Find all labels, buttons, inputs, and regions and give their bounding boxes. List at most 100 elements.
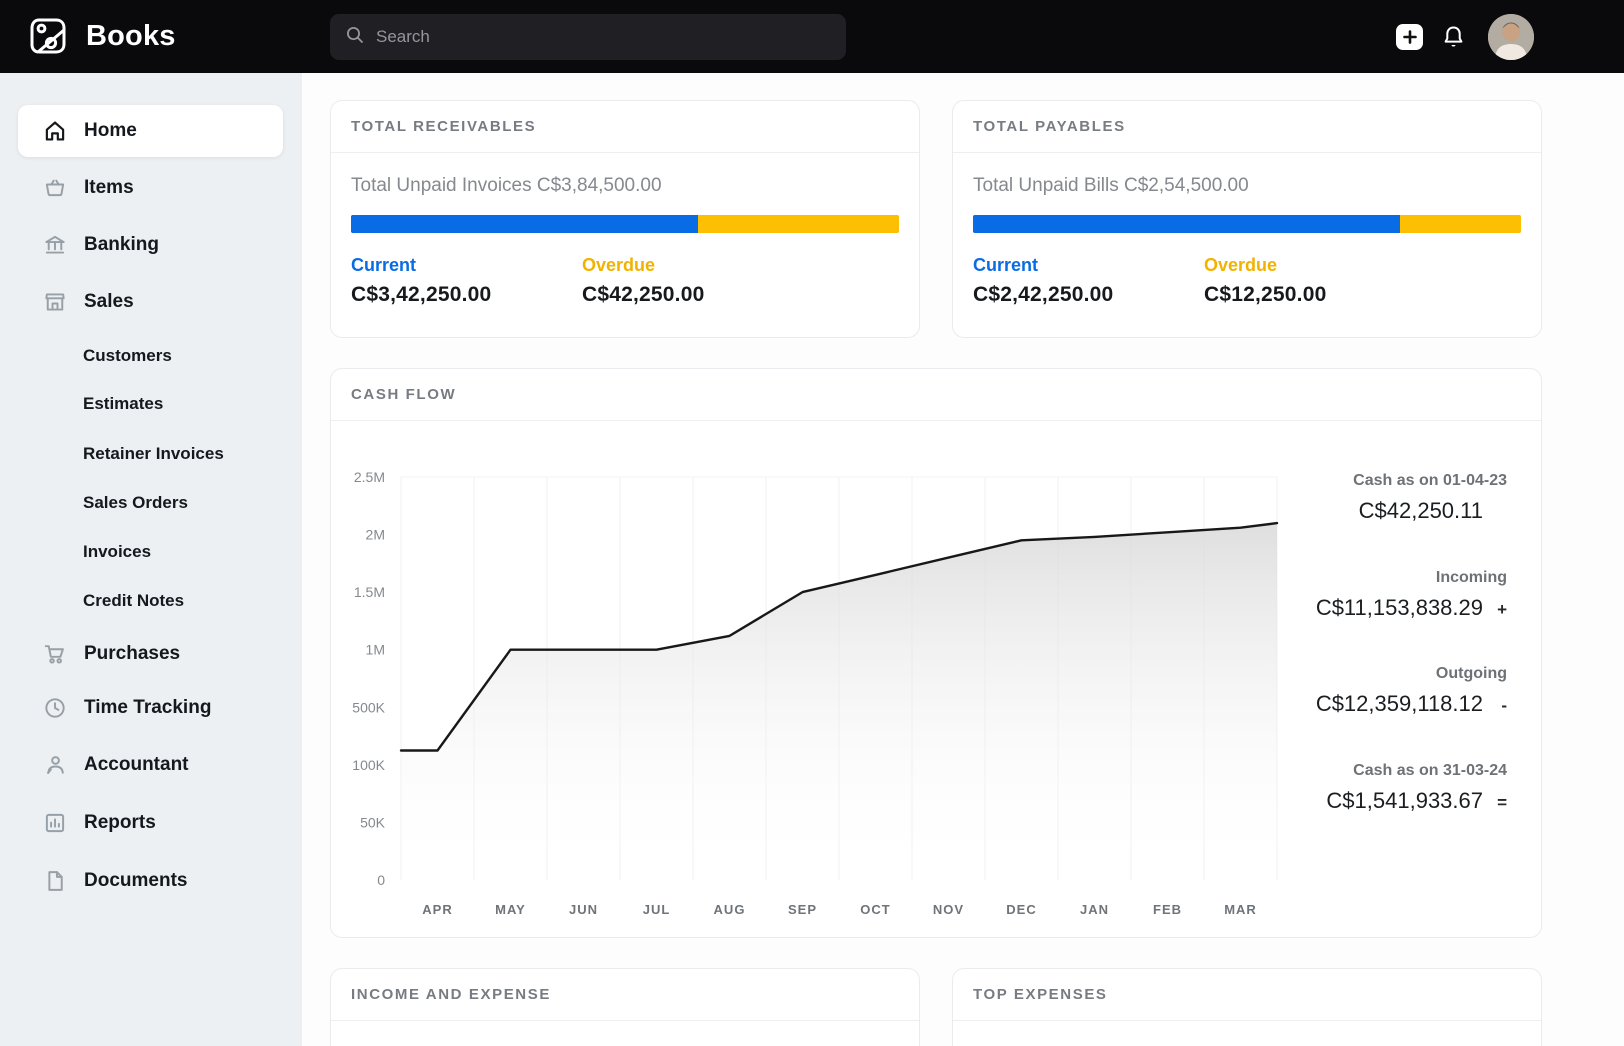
- svg-text:JUL: JUL: [643, 902, 671, 917]
- sidebar-item-sales[interactable]: Sales: [18, 276, 283, 328]
- clock-icon: [42, 695, 68, 721]
- sidebar-item-customers[interactable]: Customers: [83, 336, 172, 376]
- sidebar-item-home[interactable]: Home: [18, 105, 283, 157]
- zoho-books-dashboard: Books Search Home Items Banking Sales Cu…: [0, 0, 1624, 1046]
- sidebar-item-estimates[interactable]: Estimates: [83, 384, 163, 424]
- search-input[interactable]: [376, 27, 831, 47]
- overdue-label: Overdue: [1204, 255, 1278, 275]
- bar-chart-icon: [42, 810, 68, 836]
- sidebar-item-label: Documents: [84, 870, 188, 891]
- svg-text:MAR: MAR: [1224, 902, 1257, 917]
- card-header: TOTAL PAYABLES: [953, 101, 1541, 153]
- card-header: INCOME AND EXPENSE: [331, 969, 919, 1021]
- sidebar-item-credit-notes[interactable]: Credit Notes: [83, 581, 184, 621]
- user-avatar[interactable]: [1488, 14, 1534, 60]
- svg-text:SEP: SEP: [788, 902, 817, 917]
- quick-create-button[interactable]: [1396, 24, 1423, 50]
- bank-icon: [42, 232, 68, 258]
- dashboard-main: TOTAL RECEIVABLES Total Unpaid Invoices …: [302, 73, 1624, 1046]
- topbar: Books: [0, 0, 1624, 73]
- stat-value: C$42,250.11: [1358, 498, 1483, 523]
- sidebar-item-time-tracking[interactable]: Time Tracking: [18, 682, 283, 734]
- svg-text:0: 0: [377, 872, 385, 888]
- svg-text:MAY: MAY: [495, 902, 526, 917]
- payables-bar-current: [973, 215, 1401, 233]
- svg-text:NOV: NOV: [933, 902, 964, 917]
- svg-text:2.5M: 2.5M: [354, 469, 385, 485]
- current-amount: C$3,42,250.00: [351, 283, 492, 306]
- svg-text:2M: 2M: [366, 527, 385, 543]
- current-label: Current: [973, 255, 1039, 275]
- overdue-amount: C$12,250.00: [1204, 283, 1327, 306]
- stat-value: C$12,359,118.12: [1315, 691, 1483, 716]
- bell-icon: [1444, 26, 1463, 47]
- svg-text:AUG: AUG: [714, 902, 746, 917]
- basket-icon: [42, 175, 68, 201]
- sidebar-item-retainer-invoices[interactable]: Retainer Invoices: [83, 434, 224, 474]
- sidebar-nav: Home Items Banking Sales Customers Estim…: [0, 73, 302, 1046]
- sidebar-item-items[interactable]: Items: [18, 162, 283, 214]
- svg-text:OCT: OCT: [860, 902, 890, 917]
- sidebar-item-documents[interactable]: Documents: [18, 855, 283, 907]
- sidebar-item-reports[interactable]: Reports: [18, 797, 283, 849]
- global-search[interactable]: [330, 14, 846, 60]
- sidebar-item-sales-orders[interactable]: Sales Orders: [83, 483, 188, 523]
- cash-flow-card: CASH FLOW 0 50K 100K 500K 1M 1.5M 2M 2.5M APR MAY…: [330, 368, 1542, 938]
- svg-text:JAN: JAN: [1080, 902, 1109, 917]
- cashflow-chart-svg: 0 50K 100K 500K 1M 1.5M 2M 2.5M APR MAY JUN JUL AUG S…: [352, 469, 1279, 917]
- card-title: TOTAL RECEIVABLES: [351, 118, 537, 135]
- svg-text:APR: APR: [422, 902, 452, 917]
- total-payables-card: TOTAL PAYABLES Total Unpaid Bills C$2,54…: [952, 100, 1542, 338]
- stat-operator: =: [1497, 793, 1507, 812]
- card-title: INCOME AND EXPENSE: [351, 986, 551, 1003]
- sidebar-item-invoices[interactable]: Invoices: [83, 532, 151, 572]
- current-label: Current: [351, 255, 417, 275]
- total-receivables-card: TOTAL RECEIVABLES Total Unpaid Invoices …: [330, 100, 920, 338]
- svg-text:DEC: DEC: [1006, 902, 1036, 917]
- overdue-amount: C$42,250.00: [582, 283, 705, 306]
- svg-text:1M: 1M: [366, 642, 385, 658]
- stat-value: C$11,153,838.29: [1315, 595, 1483, 620]
- card-title: TOP EXPENSES: [973, 986, 1108, 1003]
- sidebar-item-label: Banking: [84, 234, 159, 255]
- unpaid-invoices-summary: Total Unpaid Invoices C$3,84,500.00: [351, 175, 662, 196]
- svg-text:FEB: FEB: [1153, 902, 1182, 917]
- svg-text:50K: 50K: [360, 814, 386, 830]
- notifications-button[interactable]: [1441, 24, 1466, 50]
- stat-label: Cash as on 31-03-24: [1353, 762, 1507, 779]
- search-icon: [345, 25, 365, 50]
- home-icon: [42, 118, 68, 144]
- app-logo[interactable]: Books: [26, 14, 176, 58]
- books-logo-icon: [26, 14, 70, 58]
- card-title: TOTAL PAYABLES: [973, 118, 1126, 135]
- document-icon: [42, 868, 68, 894]
- receivables-split-bar: [351, 215, 899, 233]
- person-icon: [42, 752, 68, 778]
- plus-icon: [1402, 30, 1417, 44]
- stat-label: Outgoing: [1435, 665, 1507, 682]
- stat-label: Cash as on 01-04-23: [1353, 472, 1507, 489]
- sidebar-item-purchases[interactable]: Purchases: [18, 628, 283, 680]
- svg-text:1.5M: 1.5M: [354, 584, 385, 600]
- income-and-expense-card: INCOME AND EXPENSE: [330, 968, 920, 1046]
- sidebar-item-label: Home: [84, 120, 137, 141]
- card-header: CASH FLOW: [331, 369, 1541, 421]
- card-header: TOTAL RECEIVABLES: [331, 101, 919, 153]
- cart-icon: [42, 641, 68, 667]
- storefront-icon: [42, 289, 68, 315]
- sidebar-item-label: Accountant: [84, 754, 189, 775]
- card-title: CASH FLOW: [351, 386, 457, 403]
- payables-split-bar: [973, 215, 1521, 233]
- sidebar-item-accountant[interactable]: Accountant: [18, 739, 283, 791]
- svg-text:100K: 100K: [352, 757, 385, 773]
- sidebar-item-banking[interactable]: Banking: [18, 219, 283, 271]
- current-amount: C$2,42,250.00: [973, 283, 1114, 306]
- overdue-label: Overdue: [582, 255, 656, 275]
- sidebar-item-label: Sales: [84, 291, 134, 312]
- sidebar-item-label: Purchases: [84, 643, 181, 664]
- stat-value: C$1,541,933.67: [1326, 788, 1483, 813]
- stat-operator: -: [1501, 696, 1507, 715]
- sidebar-item-label: Items: [84, 177, 134, 198]
- svg-text:JUN: JUN: [569, 902, 598, 917]
- stat-label: Incoming: [1435, 569, 1507, 586]
